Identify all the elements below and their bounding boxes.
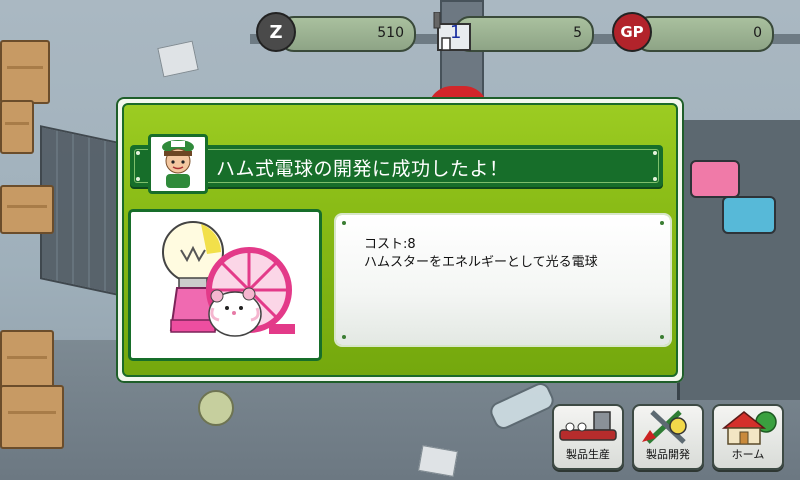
worker-avatar-icon bbox=[148, 134, 208, 194]
production-label: 製品生産 bbox=[566, 448, 610, 461]
home-button[interactable]: ホーム bbox=[712, 404, 784, 470]
gp-counter: 0 GP bbox=[612, 12, 774, 52]
panel-dot bbox=[342, 335, 346, 339]
production-button[interactable]: 製品生産 bbox=[552, 404, 624, 470]
rivet bbox=[653, 177, 657, 181]
panel-dot bbox=[660, 335, 664, 339]
factory-counter: 5 1 bbox=[432, 11, 594, 52]
zeny-value: 510 bbox=[377, 25, 404, 41]
product-description-panel: コスト:8 ハムスターをエネルギーとして光る電球 bbox=[336, 215, 670, 345]
floor-bulb bbox=[198, 390, 234, 426]
pink-product bbox=[690, 160, 740, 198]
gp-bar: 0 bbox=[634, 16, 774, 52]
development-button[interactable]: 製品開発 bbox=[632, 404, 704, 470]
hamster-light-bulb-icon bbox=[162, 221, 295, 337]
factory-value: 5 bbox=[573, 25, 582, 41]
z-coin-icon: Z bbox=[256, 12, 296, 52]
home-label: ホーム bbox=[731, 448, 765, 461]
product-cost: コスト:8 bbox=[364, 237, 416, 252]
dialog-title-bar: ハム式電球の開発に成功したよ！ bbox=[130, 145, 663, 187]
development-success-dialog[interactable]: ハム式電球の開発に成功したよ！ コスト:8 ハムスターをエネルギーとして光る電球 bbox=[116, 97, 684, 383]
product-description: ハムスターをエネルギーとして光る電球 bbox=[364, 255, 598, 270]
cardboard-box bbox=[0, 385, 64, 449]
rivet bbox=[136, 177, 140, 181]
zeny-counter: 510 Z bbox=[256, 12, 416, 52]
development-tools-icon bbox=[642, 410, 687, 444]
rivet bbox=[653, 151, 657, 155]
gp-coin-icon: GP bbox=[612, 12, 652, 52]
z-coin-symbol: Z bbox=[269, 21, 283, 43]
production-line-icon bbox=[559, 411, 617, 441]
zeny-bar: 510 bbox=[278, 16, 416, 52]
cardboard-box bbox=[0, 100, 34, 154]
cardboard-box bbox=[0, 40, 50, 104]
panel-dot bbox=[660, 221, 664, 225]
gp-coin-symbol: GP bbox=[620, 23, 644, 41]
rivet bbox=[136, 151, 140, 155]
dialog-title: ハム式電球の開発に成功したよ！ bbox=[216, 158, 509, 180]
panel-dot bbox=[342, 221, 346, 225]
cardboard-box bbox=[0, 185, 54, 234]
gp-value: 0 bbox=[753, 25, 762, 41]
product-image-panel bbox=[128, 209, 322, 361]
blue-product bbox=[722, 196, 776, 234]
home-icon bbox=[721, 411, 777, 445]
development-label: 製品開発 bbox=[646, 448, 690, 461]
factory-level-icon: 1 bbox=[432, 11, 476, 52]
factory-level: 1 bbox=[450, 22, 462, 43]
